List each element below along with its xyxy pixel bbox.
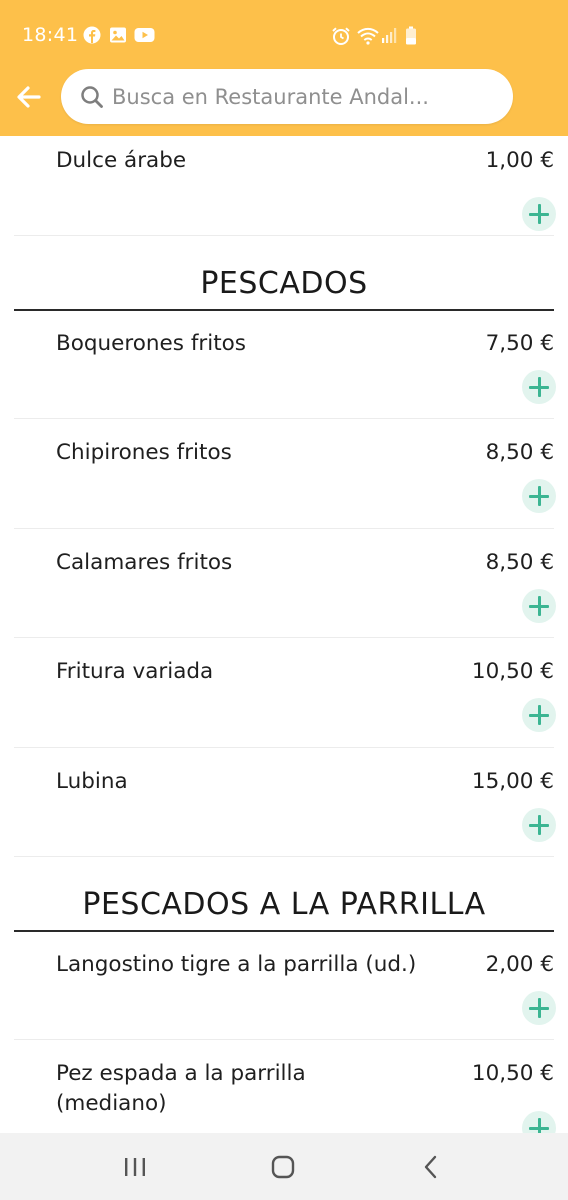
image-icon bbox=[110, 27, 126, 43]
status-bar: 18:41 bbox=[0, 0, 568, 70]
wifi-icon bbox=[357, 27, 379, 45]
arrow-left-icon[interactable] bbox=[12, 80, 46, 114]
section-rule bbox=[14, 309, 554, 311]
app-header: 18:41 bbox=[0, 0, 568, 136]
plus-icon[interactable] bbox=[522, 991, 556, 1025]
plus-icon[interactable] bbox=[522, 197, 556, 231]
item-divider bbox=[14, 418, 554, 419]
item-divider bbox=[14, 856, 554, 857]
menu-item: Pez espada a la parrilla (mediano) 10,50… bbox=[14, 1059, 556, 1133]
item-name: Boquerones fritos bbox=[56, 331, 246, 356]
plus-icon[interactable] bbox=[522, 479, 556, 513]
item-name: Pez espada a la parrilla (mediano) bbox=[56, 1061, 306, 1116]
item-price: 7,50 € bbox=[485, 331, 554, 356]
search-icon bbox=[81, 86, 103, 108]
section-rule bbox=[14, 930, 554, 932]
youtube-icon bbox=[134, 28, 155, 42]
menu-item: Calamares fritos 8,50 € bbox=[14, 548, 556, 638]
menu-item: Dulce árabe 1,00 € bbox=[14, 146, 556, 236]
section-title: PESCADOS bbox=[200, 266, 368, 301]
recent-apps-icon[interactable] bbox=[115, 1151, 155, 1183]
menu-item: Fritura variada 10,50 € bbox=[14, 657, 556, 747]
system-nav-bar bbox=[0, 1133, 568, 1200]
plus-icon[interactable] bbox=[522, 1111, 556, 1133]
menu-list: Dulce árabe 1,00 € PESCADOS Boquerones f… bbox=[0, 136, 568, 1133]
item-name: Dulce árabe bbox=[56, 148, 187, 173]
plus-icon[interactable] bbox=[522, 589, 556, 623]
item-divider bbox=[14, 235, 554, 236]
section-title: PESCADOS A LA PARRILLA bbox=[82, 887, 486, 922]
plus-icon[interactable] bbox=[522, 370, 556, 404]
plus-icon[interactable] bbox=[522, 808, 556, 842]
item-divider bbox=[14, 637, 554, 638]
alarm-icon bbox=[332, 27, 350, 45]
menu-item: Langostino tigre a la parrilla (ud.) 2,0… bbox=[14, 950, 556, 1040]
search-bar[interactable] bbox=[61, 69, 513, 124]
item-name: Calamares fritos bbox=[56, 550, 233, 575]
battery-icon bbox=[406, 26, 416, 45]
item-price: 8,50 € bbox=[485, 550, 554, 575]
item-divider bbox=[14, 1039, 554, 1040]
item-name: Chipirones fritos bbox=[56, 440, 232, 465]
home-icon[interactable] bbox=[263, 1151, 303, 1183]
facebook-icon bbox=[83, 26, 101, 44]
item-price: 15,00 € bbox=[471, 769, 554, 794]
search-input[interactable] bbox=[112, 81, 497, 112]
back-icon[interactable] bbox=[411, 1151, 451, 1183]
item-name: Fritura variada bbox=[56, 659, 214, 684]
menu-item: Boquerones fritos 7,50 € bbox=[14, 329, 556, 419]
item-divider bbox=[14, 747, 554, 748]
item-name: Lubina bbox=[56, 769, 128, 794]
item-name: Langostino tigre a la parrilla (ud.) bbox=[56, 952, 417, 977]
menu-item: Chipirones fritos 8,50 € bbox=[14, 438, 556, 528]
item-divider bbox=[14, 528, 554, 529]
item-price: 2,00 € bbox=[485, 952, 554, 977]
status-time: 18:41 bbox=[22, 24, 79, 46]
plus-icon[interactable] bbox=[522, 698, 556, 732]
item-price: 10,50 € bbox=[471, 659, 554, 684]
item-price: 1,00 € bbox=[485, 148, 554, 173]
item-price: 8,50 € bbox=[485, 440, 554, 465]
item-price: 10,50 € bbox=[471, 1061, 554, 1086]
signal-icon bbox=[382, 28, 397, 43]
menu-item: Lubina 15,00 € bbox=[14, 767, 556, 857]
